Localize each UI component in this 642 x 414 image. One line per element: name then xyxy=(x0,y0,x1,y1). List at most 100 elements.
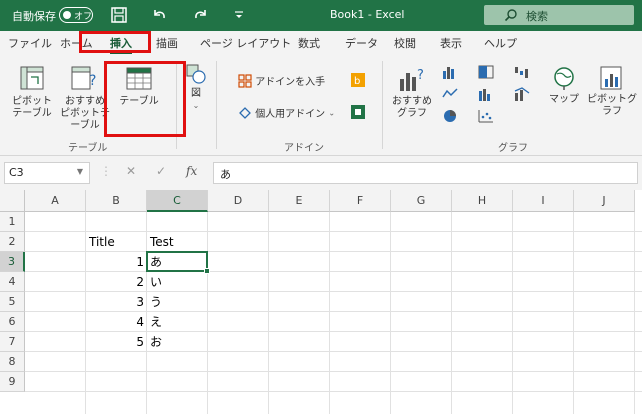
column-header-d[interactable]: D xyxy=(208,190,269,212)
bing-icon[interactable]: b xyxy=(350,73,366,87)
search-placeholder: 検索 xyxy=(526,10,548,23)
column-header-f[interactable]: F xyxy=(330,190,391,212)
customize-quick-access-icon[interactable] xyxy=(230,6,248,24)
autosave-state: オフ xyxy=(74,12,93,22)
highlight-insert-tab xyxy=(79,31,151,53)
group-separator xyxy=(216,61,217,149)
tab-page-layout[interactable]: ページ レイアウト xyxy=(200,35,291,51)
autosave-label: 自動保存 xyxy=(12,10,56,23)
pivot-table-icon xyxy=(20,66,44,90)
cell-b2[interactable]: Title xyxy=(86,232,147,252)
grid-line xyxy=(512,212,513,414)
document-title: Book1 - Excel xyxy=(330,8,405,21)
grid-line xyxy=(573,212,574,414)
hierarchy-chart-icon[interactable] xyxy=(478,65,494,79)
cell-b7[interactable]: 5 xyxy=(86,332,147,352)
people-graph-icon[interactable] xyxy=(350,105,366,119)
title-bar: 自動保存 オフ Book1 - Excel 検索 xyxy=(0,0,642,31)
pivot-chart-label: ピボットグラフ xyxy=(587,94,637,117)
column-header-i[interactable]: I xyxy=(513,190,574,212)
enter-icon[interactable]: ✓ xyxy=(156,164,166,178)
get-addins-button[interactable]: アドインを入手 xyxy=(238,73,325,88)
recommended-pivot-label: おすすめ ピボットテーブル xyxy=(60,96,110,131)
save-icon[interactable] xyxy=(110,6,128,24)
grid-line xyxy=(634,212,635,414)
column-header-b[interactable]: B xyxy=(86,190,147,212)
cell-b4[interactable]: 2 xyxy=(86,272,147,292)
combo-chart-icon[interactable] xyxy=(514,87,530,101)
cell-c7[interactable]: お xyxy=(147,332,208,352)
tab-file[interactable]: ファイル xyxy=(8,35,52,51)
pivot-table-button[interactable]: ピボット テーブル xyxy=(8,65,56,120)
tab-formulas[interactable]: 数式 xyxy=(298,35,320,51)
column-header-j[interactable]: J xyxy=(574,190,635,212)
column-header-e[interactable]: E xyxy=(269,190,330,212)
cell-c2[interactable]: Test xyxy=(147,232,208,252)
tab-help[interactable]: ヘルプ xyxy=(484,35,517,51)
addin-icon xyxy=(239,106,251,119)
column-header-a[interactable]: A xyxy=(25,190,86,212)
cell-c6[interactable]: え xyxy=(147,312,208,332)
cell-b5[interactable]: 3 xyxy=(86,292,147,312)
row-header-1[interactable]: 1 xyxy=(0,212,25,232)
row-header-5[interactable]: 5 xyxy=(0,292,25,312)
scatter-chart-icon[interactable] xyxy=(478,109,494,123)
tab-draw[interactable]: 描画 xyxy=(156,35,178,51)
select-all-corner[interactable] xyxy=(0,190,25,212)
highlight-table-button xyxy=(104,61,186,137)
maps-label: マップ xyxy=(549,94,579,105)
tab-review[interactable]: 校閲 xyxy=(394,35,416,51)
worksheet-grid[interactable]: A B C D E F G H I J 1 2 3 4 5 6 7 8 9 Title Test 1 あ 2 い 3 う 4 え 5 お xyxy=(0,190,642,414)
globe-icon xyxy=(554,67,574,90)
maps-button[interactable]: マップ xyxy=(546,65,582,106)
cell-c4[interactable]: い xyxy=(147,272,208,292)
pivot-chart-button[interactable]: ピボットグラフ xyxy=(584,65,640,118)
insert-function-icon[interactable]: fx xyxy=(186,164,197,178)
svg-text:?: ? xyxy=(417,68,424,83)
chevron-down-icon: ▼ xyxy=(76,167,83,176)
fill-handle[interactable] xyxy=(204,268,210,274)
pivot-chart-icon xyxy=(600,66,622,90)
svg-text:?: ? xyxy=(89,73,96,89)
recommended-charts-button[interactable]: ? おすすめ グラフ xyxy=(390,65,434,120)
formula-input[interactable]: あ xyxy=(213,162,638,184)
row-header-3[interactable]: 3 xyxy=(0,252,25,272)
my-addins-button[interactable]: 個人用アドイン ⌄ xyxy=(238,105,335,120)
search-box[interactable]: 検索 xyxy=(484,5,634,25)
grid-line xyxy=(25,391,642,392)
search-icon xyxy=(504,9,517,22)
grid-line xyxy=(451,212,452,414)
group-label-charts: グラフ xyxy=(498,143,528,154)
tab-view[interactable]: 表示 xyxy=(440,35,462,51)
column-chart-icon[interactable] xyxy=(442,65,458,79)
pie-chart-icon[interactable] xyxy=(442,109,458,123)
statistic-chart-icon[interactable] xyxy=(478,87,494,101)
row-header-2[interactable]: 2 xyxy=(0,232,25,252)
cell-b3[interactable]: 1 xyxy=(86,252,147,272)
row-header-7[interactable]: 7 xyxy=(0,332,25,352)
tab-data[interactable]: データ xyxy=(345,35,378,51)
column-header-g[interactable]: G xyxy=(391,190,452,212)
group-separator xyxy=(382,61,383,149)
chevron-down-icon: ⌄ xyxy=(192,101,200,110)
row-header-9[interactable]: 9 xyxy=(0,372,25,392)
illustrations-label: 図 xyxy=(191,88,201,99)
undo-icon[interactable] xyxy=(150,6,168,24)
redo-icon[interactable] xyxy=(192,6,210,24)
row-header-8[interactable]: 8 xyxy=(0,352,25,372)
name-box-value: C3 xyxy=(9,166,24,179)
cell-c5[interactable]: う xyxy=(147,292,208,312)
row-header-6[interactable]: 6 xyxy=(0,312,25,332)
group-label-addins: アドイン xyxy=(284,143,324,154)
waterfall-chart-icon[interactable] xyxy=(514,65,530,79)
column-header-h[interactable]: H xyxy=(452,190,513,212)
line-chart-icon[interactable] xyxy=(442,87,458,101)
cell-b6[interactable]: 4 xyxy=(86,312,147,332)
row-header-4[interactable]: 4 xyxy=(0,272,25,292)
illustrations-button[interactable]: 図 ⌄ xyxy=(183,63,209,112)
cancel-icon[interactable]: ✕ xyxy=(126,164,136,178)
column-header-c[interactable]: C xyxy=(147,190,208,212)
name-box[interactable]: C3 ▼ xyxy=(4,162,90,184)
formula-bar: C3 ▼ ⋮ ✕ ✓ fx あ xyxy=(0,156,642,190)
autosave-toggle[interactable]: オフ xyxy=(59,7,93,23)
